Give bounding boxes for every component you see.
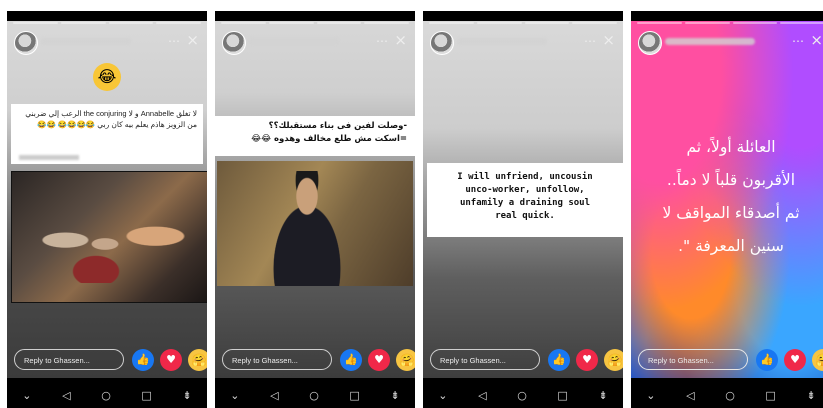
status-bar [7, 11, 207, 21]
post-caption-line: =اسكت مش طلع مخالف وهدوه 😂😂 [251, 134, 407, 144]
more-icon[interactable]: ⋯ [584, 34, 597, 48]
nav-back-icon[interactable]: ◁ [270, 389, 278, 402]
close-icon[interactable]: × [394, 31, 407, 49]
story-text: العائلة أولاً، ثم الأقربون قلباً لا دماً… [641, 131, 821, 263]
post-caption: لا تغلق Annabelle و لا the conjuring الر… [25, 109, 197, 129]
reply-input[interactable]: Reply to Ghassen... [222, 349, 332, 370]
story-header: ⋯ × [215, 29, 415, 57]
man-image-detail [255, 171, 359, 286]
reply-input[interactable]: Reply to Ghassen... [638, 349, 748, 370]
story-panel-4[interactable]: ⋯ × العائلة أولاً، ثم الأقربون قلباً لا … [631, 11, 823, 408]
android-nav-bar: ⌄ ◁ ○ □ ⇟ [423, 378, 623, 408]
quote-line: unco-worker, unfollow, [465, 185, 585, 195]
author-name-blurred[interactable] [457, 38, 547, 45]
more-icon[interactable]: ⋯ [168, 34, 181, 48]
android-nav-bar: ⌄ ◁ ○ □ ⇟ [631, 378, 823, 408]
story-panel-2[interactable]: ⋯ × -وصلت لفين فى بناء مستقبلك؟؟ =اسكت م… [215, 11, 415, 408]
nav-home-icon[interactable]: ○ [101, 389, 111, 402]
status-bar [215, 11, 415, 21]
quote-line: ثم أصدقاء المواقف لا [662, 204, 800, 222]
story-progress [13, 22, 201, 24]
story-panel-3[interactable]: ⋯ × I will unfriend, uncousin unco-worke… [423, 11, 623, 408]
story-header: ⋯ × [7, 29, 207, 57]
shared-post-card[interactable]: لا تغلق Annabelle و لا the conjuring الر… [11, 104, 203, 164]
nav-recent-icon[interactable]: □ [141, 389, 151, 402]
reply-input[interactable]: Reply to Ghassen... [430, 349, 540, 370]
post-caption-line: -وصلت لفين فى بناء مستقبلك؟؟ [268, 121, 407, 131]
laughing-emoji-icon: 😂 [93, 63, 121, 91]
nav-home-icon[interactable]: ○ [517, 389, 527, 402]
nav-menu-icon[interactable]: ⇟ [806, 389, 815, 402]
nav-recent-icon[interactable]: □ [349, 389, 359, 402]
like-reaction-icon[interactable]: 👍 [132, 349, 154, 371]
shared-post-card[interactable]: -وصلت لفين فى بناء مستقبلك؟؟ =اسكت مش طل… [215, 116, 415, 156]
close-icon[interactable]: × [186, 31, 199, 49]
status-bar [423, 11, 623, 21]
love-reaction-icon[interactable]: ♥ [576, 349, 598, 371]
like-reaction-icon[interactable]: 👍 [548, 349, 570, 371]
care-reaction-icon[interactable]: 🤗 [396, 349, 415, 371]
nav-recent-icon[interactable]: □ [765, 389, 775, 402]
more-icon[interactable]: ⋯ [376, 34, 389, 48]
avatar[interactable] [222, 31, 246, 55]
more-icon[interactable]: ⋯ [792, 34, 805, 48]
nav-down-icon[interactable]: ⌄ [22, 389, 31, 402]
love-reaction-icon[interactable]: ♥ [368, 349, 390, 371]
post-meta-blurred [19, 155, 79, 160]
avatar[interactable] [14, 31, 38, 55]
author-name-blurred[interactable] [665, 38, 755, 45]
android-nav-bar: ⌄ ◁ ○ □ ⇟ [215, 378, 415, 408]
story-header: ⋯ × [631, 29, 823, 57]
avatar[interactable] [430, 31, 454, 55]
quote-card[interactable]: I will unfriend, uncousin unco-worker, u… [427, 163, 623, 237]
nav-down-icon[interactable]: ⌄ [438, 389, 447, 402]
like-reaction-icon[interactable]: 👍 [340, 349, 362, 371]
nav-menu-icon[interactable]: ⇟ [182, 389, 191, 402]
nav-recent-icon[interactable]: □ [557, 389, 567, 402]
nav-menu-icon[interactable]: ⇟ [390, 389, 399, 402]
story-progress [429, 22, 617, 24]
like-reaction-icon[interactable]: 👍 [756, 349, 778, 371]
quote-line: I will unfriend, uncousin [457, 172, 593, 182]
quote-line: العائلة أولاً، ثم [686, 138, 776, 156]
android-nav-bar: ⌄ ◁ ○ □ ⇟ [7, 378, 207, 408]
dolls-image-detail [15, 205, 195, 283]
quote-line: الأقربون قلباً لا دماً.. [666, 171, 796, 189]
nav-down-icon[interactable]: ⌄ [230, 389, 239, 402]
story-panel-1[interactable]: ⋯ × 😂 لا تغلق Annabelle و لا the conjuri… [7, 11, 207, 408]
story-header: ⋯ × [423, 29, 623, 57]
nav-back-icon[interactable]: ◁ [478, 389, 486, 402]
story-progress [221, 22, 409, 24]
nav-back-icon[interactable]: ◁ [686, 389, 694, 402]
nav-menu-icon[interactable]: ⇟ [598, 389, 607, 402]
quote-line: سنين المعرفة ". [678, 237, 784, 255]
love-reaction-icon[interactable]: ♥ [160, 349, 182, 371]
author-name-blurred[interactable] [249, 38, 339, 45]
author-name-blurred[interactable] [41, 38, 131, 45]
love-reaction-icon[interactable]: ♥ [784, 349, 806, 371]
story-progress [637, 22, 823, 24]
nav-down-icon[interactable]: ⌄ [646, 389, 655, 402]
reply-input[interactable]: Reply to Ghassen... [14, 349, 124, 370]
close-icon[interactable]: × [602, 31, 615, 49]
close-icon[interactable]: × [810, 31, 823, 49]
quote-line: unfamily a draining soul [459, 198, 591, 208]
nav-home-icon[interactable]: ○ [725, 389, 735, 402]
care-reaction-icon[interactable]: 🤗 [188, 349, 207, 371]
care-reaction-icon[interactable]: 🤗 [604, 349, 623, 371]
nav-back-icon[interactable]: ◁ [62, 389, 70, 402]
quote-line: real quick. [495, 211, 555, 221]
avatar[interactable] [638, 31, 662, 55]
status-bar [631, 11, 823, 21]
nav-home-icon[interactable]: ○ [309, 389, 319, 402]
